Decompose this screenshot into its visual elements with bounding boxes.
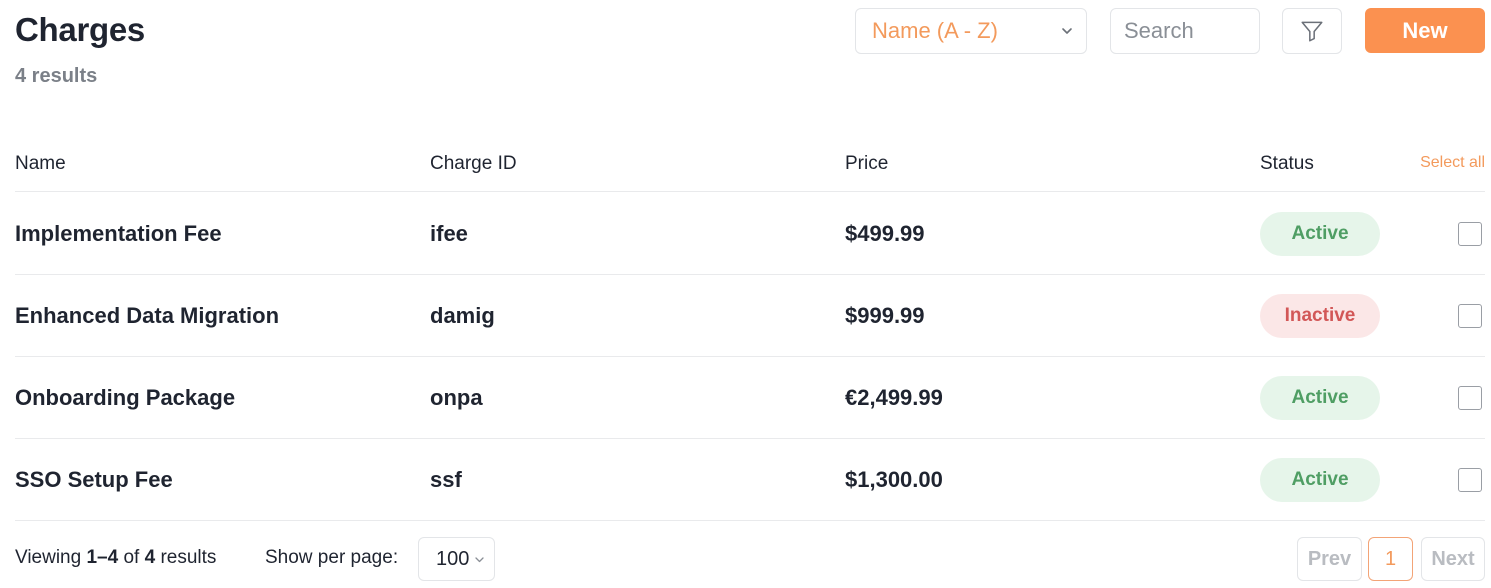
- column-header-status: Status: [1260, 153, 1314, 174]
- viewing-summary: Viewing 1–4 of 4 results: [15, 547, 216, 569]
- row-checkbox[interactable]: [1458, 222, 1482, 246]
- status-badge: Active: [1260, 376, 1380, 420]
- viewing-suffix: results: [160, 547, 217, 568]
- select-all-link[interactable]: Select all: [1420, 154, 1485, 172]
- charge-price: €2,499.99: [845, 385, 943, 410]
- per-page-label: Show per page:: [265, 547, 399, 568]
- table-row[interactable]: Implementation Fee ifee $499.99 Active: [15, 193, 1485, 275]
- prev-page-button[interactable]: Prev: [1297, 537, 1362, 581]
- status-badge: Active: [1260, 212, 1380, 256]
- table-row[interactable]: Enhanced Data Migration damig $999.99 In…: [15, 275, 1485, 357]
- charge-price: $999.99: [845, 303, 925, 328]
- search-input[interactable]: [1110, 8, 1260, 54]
- new-button[interactable]: New: [1365, 8, 1485, 53]
- charge-id: damig: [430, 303, 495, 328]
- status-badge: Inactive: [1260, 294, 1380, 338]
- viewing-total: 4: [144, 547, 156, 568]
- column-header-name: Name: [15, 153, 66, 174]
- column-header-price: Price: [845, 153, 889, 174]
- charge-id: onpa: [430, 385, 483, 410]
- table-row[interactable]: Onboarding Package onpa €2,499.99 Active: [15, 357, 1485, 439]
- charge-price: $1,300.00: [845, 467, 943, 492]
- chevron-down-icon: [475, 557, 484, 563]
- table-row[interactable]: SSO Setup Fee ssf $1,300.00 Active: [15, 439, 1485, 521]
- table-header: Name Charge ID Price Status Select all: [15, 140, 1485, 192]
- sort-select[interactable]: Name (A - Z): [855, 8, 1087, 54]
- viewing-range: 1–4: [86, 547, 119, 568]
- charge-name: Onboarding Package: [15, 385, 236, 410]
- viewing-of: of: [123, 547, 140, 568]
- viewing-prefix: Viewing: [15, 547, 82, 568]
- per-page-value: 100: [436, 547, 470, 570]
- charge-name: SSO Setup Fee: [15, 467, 173, 492]
- column-header-charge-id: Charge ID: [430, 153, 517, 174]
- charge-name: Implementation Fee: [15, 221, 222, 246]
- row-checkbox[interactable]: [1458, 468, 1482, 492]
- charge-id: ifee: [430, 221, 468, 246]
- chevron-down-icon: [1062, 28, 1072, 34]
- results-count: 4 results: [15, 65, 98, 87]
- charge-name: Enhanced Data Migration: [15, 303, 280, 328]
- sort-select-value: Name (A - Z): [872, 18, 998, 43]
- status-badge: Active: [1260, 458, 1380, 502]
- charge-price: $499.99: [845, 221, 925, 246]
- page-1-button[interactable]: 1: [1368, 537, 1413, 581]
- filter-funnel-icon: [1301, 21, 1323, 42]
- next-page-button[interactable]: Next: [1421, 537, 1485, 581]
- filter-button[interactable]: [1282, 8, 1342, 54]
- page-title: Charges: [15, 11, 145, 48]
- per-page-select[interactable]: 100: [418, 537, 495, 581]
- row-checkbox[interactable]: [1458, 304, 1482, 328]
- charge-id: ssf: [430, 467, 462, 492]
- row-checkbox[interactable]: [1458, 386, 1482, 410]
